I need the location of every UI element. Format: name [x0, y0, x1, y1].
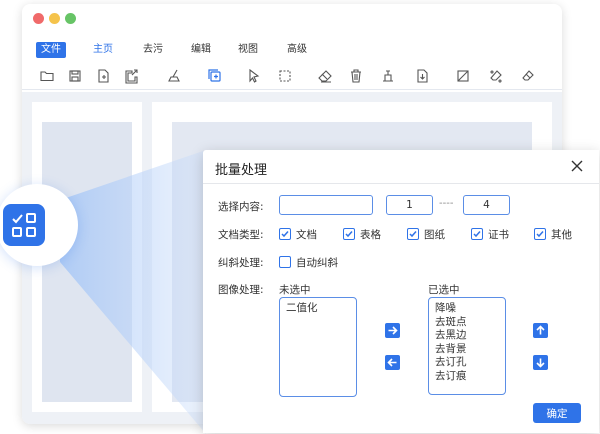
list-item[interactable]: 去斑点 — [435, 316, 499, 330]
auto-deskew-label: 自动纠斜 — [296, 256, 338, 269]
toolbar — [22, 64, 562, 90]
list-item[interactable]: 去订痕 — [435, 370, 499, 384]
export-icon[interactable] — [123, 68, 139, 84]
menu-home[interactable]: 主页 — [88, 42, 118, 58]
doc-type-checkbox-table[interactable]: 表格 — [343, 227, 381, 241]
batch-process-dialog: 批量处理 选择内容: ---- 文档类型: 文档 表格 图纸 证书 其他 纠斜处… — [203, 150, 599, 433]
select-content-input[interactable] — [279, 195, 373, 215]
checkbox-checked-icon — [407, 228, 419, 240]
doc-type-label: 文档类型: — [218, 229, 264, 241]
title-bar — [22, 4, 562, 34]
erase-stain-icon[interactable] — [488, 68, 504, 84]
save-icon[interactable] — [67, 68, 83, 84]
list-item[interactable]: 降噪 — [435, 302, 499, 316]
move-left-button[interactable] — [385, 355, 400, 370]
unselected-title: 未选中 — [279, 284, 311, 296]
close-icon[interactable] — [569, 158, 585, 174]
list-item[interactable]: 去订孔 — [435, 356, 499, 370]
delete-icon[interactable] — [348, 68, 364, 84]
menu-advanced[interactable]: 高级 — [282, 42, 312, 58]
select-content-label: 选择内容: — [218, 201, 264, 213]
list-item[interactable]: 去黑边 — [435, 329, 499, 343]
doc-type-checkbox-other[interactable]: 其他 — [534, 227, 572, 241]
list-item[interactable]: 二值化 — [286, 302, 350, 316]
checkbox-checked-icon — [534, 228, 546, 240]
menu-view[interactable]: 视图 — [233, 42, 263, 58]
move-up-button[interactable] — [533, 323, 548, 338]
checkbox-checked-icon — [279, 228, 291, 240]
sweep-icon[interactable] — [167, 68, 183, 84]
close-window-dot[interactable] — [33, 13, 44, 24]
range-separator: ---- — [439, 198, 454, 209]
move-right-button[interactable] — [385, 323, 400, 338]
checkbox-checked-icon — [471, 228, 483, 240]
minimize-window-dot[interactable] — [49, 13, 60, 24]
doc-type-checkbox-drawing[interactable]: 图纸 — [407, 227, 445, 241]
thumbnail-placeholder — [42, 122, 132, 402]
image-process-label: 图像处理: — [218, 284, 264, 296]
selected-title: 已选中 — [428, 284, 460, 296]
doc-type-option-label: 其他 — [551, 228, 572, 241]
doc-type-option-label: 图纸 — [424, 228, 445, 241]
move-down-button[interactable] — [533, 355, 548, 370]
batch-process-icon — [3, 204, 45, 246]
remove-mark-icon[interactable] — [520, 68, 536, 84]
checkbox-checked-icon — [343, 228, 355, 240]
deskew-label: 纠斜处理: — [218, 257, 264, 269]
doc-type-checkbox-document[interactable]: 文档 — [279, 227, 317, 241]
doc-type-checkbox-certificate[interactable]: 证书 — [471, 227, 509, 241]
doc-type-option-label: 表格 — [360, 228, 381, 241]
deskew-icon[interactable] — [455, 68, 471, 84]
selected-listbox[interactable]: 降噪 去斑点 去黑边 去背景 去订孔 去订痕 — [428, 297, 506, 395]
dialog-header: 批量处理 — [203, 150, 599, 184]
menu-decontaminate[interactable]: 去污 — [138, 42, 168, 58]
eraser-icon[interactable] — [317, 68, 333, 84]
unselected-listbox[interactable]: 二值化 — [279, 297, 357, 397]
open-folder-icon[interactable] — [39, 68, 55, 84]
auto-deskew-checkbox[interactable]: 自动纠斜 — [279, 255, 338, 269]
doc-type-option-label: 文档 — [296, 228, 317, 241]
menu-file[interactable]: 文件 — [36, 42, 66, 58]
batch-icon[interactable] — [207, 68, 223, 84]
download-icon[interactable] — [414, 68, 430, 84]
menu-edit[interactable]: 编辑 — [186, 42, 216, 58]
select-pointer-icon[interactable] — [246, 68, 262, 84]
import-icon[interactable] — [95, 68, 111, 84]
maximize-window-dot[interactable] — [65, 13, 76, 24]
doc-type-option-label: 证书 — [488, 228, 509, 241]
range-to-input[interactable] — [463, 195, 510, 215]
dialog-title: 批量处理 — [215, 163, 268, 178]
list-item[interactable]: 去背景 — [435, 343, 499, 357]
confirm-button[interactable]: 确定 — [533, 403, 581, 423]
marquee-select-icon[interactable] — [277, 68, 293, 84]
range-from-input[interactable] — [386, 195, 433, 215]
crop-icon[interactable] — [380, 68, 396, 84]
checkbox-unchecked-icon — [279, 256, 291, 268]
